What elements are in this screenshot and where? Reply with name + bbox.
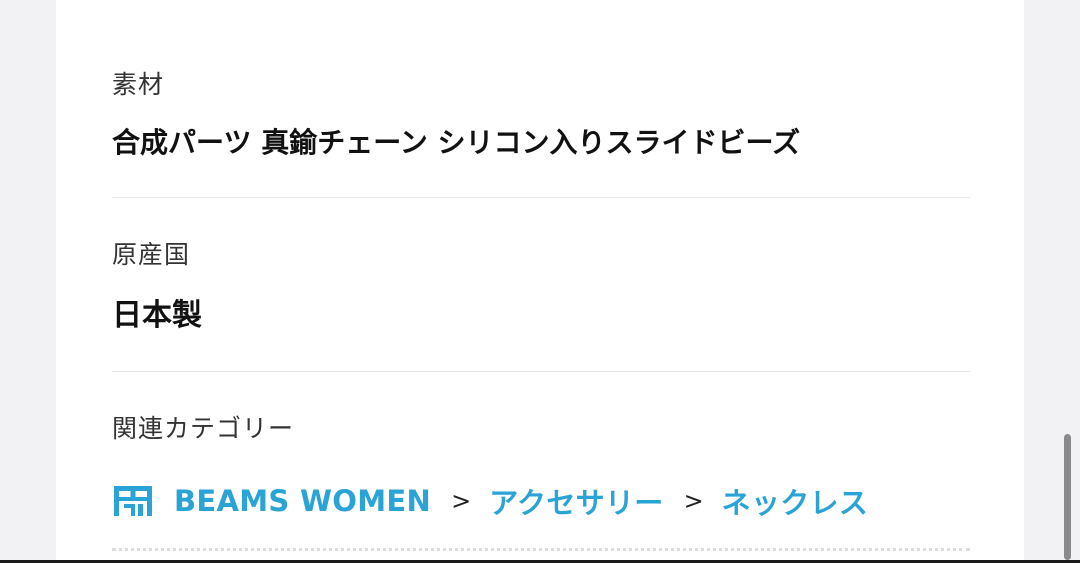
material-value: 合成パーツ 真鍮チェーン シリコン入りスライドビーズ xyxy=(112,126,801,159)
origin-value: 日本製 xyxy=(112,298,202,333)
related-category-label: 関連カテゴリー xyxy=(112,414,295,443)
divider xyxy=(112,197,970,198)
origin-label: 原産国 xyxy=(112,240,191,269)
breadcrumb-separator: > xyxy=(451,487,472,515)
breadcrumb-separator: > xyxy=(683,487,704,515)
product-details-card: 素材 合成パーツ 真鍮チェーン シリコン入りスライドビーズ 原産国 日本製 関連… xyxy=(56,0,1024,563)
breadcrumb-beams-women-link[interactable]: BEAMS WOMEN xyxy=(174,484,431,518)
breadcrumb-necklace-link[interactable]: ネックレス xyxy=(722,480,869,522)
divider xyxy=(112,371,970,372)
scrollbar-thumb[interactable] xyxy=(1064,434,1071,560)
breadcrumb-accessories-link[interactable]: アクセサリー xyxy=(489,480,663,522)
shop-icon xyxy=(112,484,154,518)
category-breadcrumb: BEAMS WOMEN > アクセサリー > ネックレス xyxy=(112,480,868,522)
dotted-divider xyxy=(112,548,970,551)
material-label: 素材 xyxy=(112,70,165,99)
